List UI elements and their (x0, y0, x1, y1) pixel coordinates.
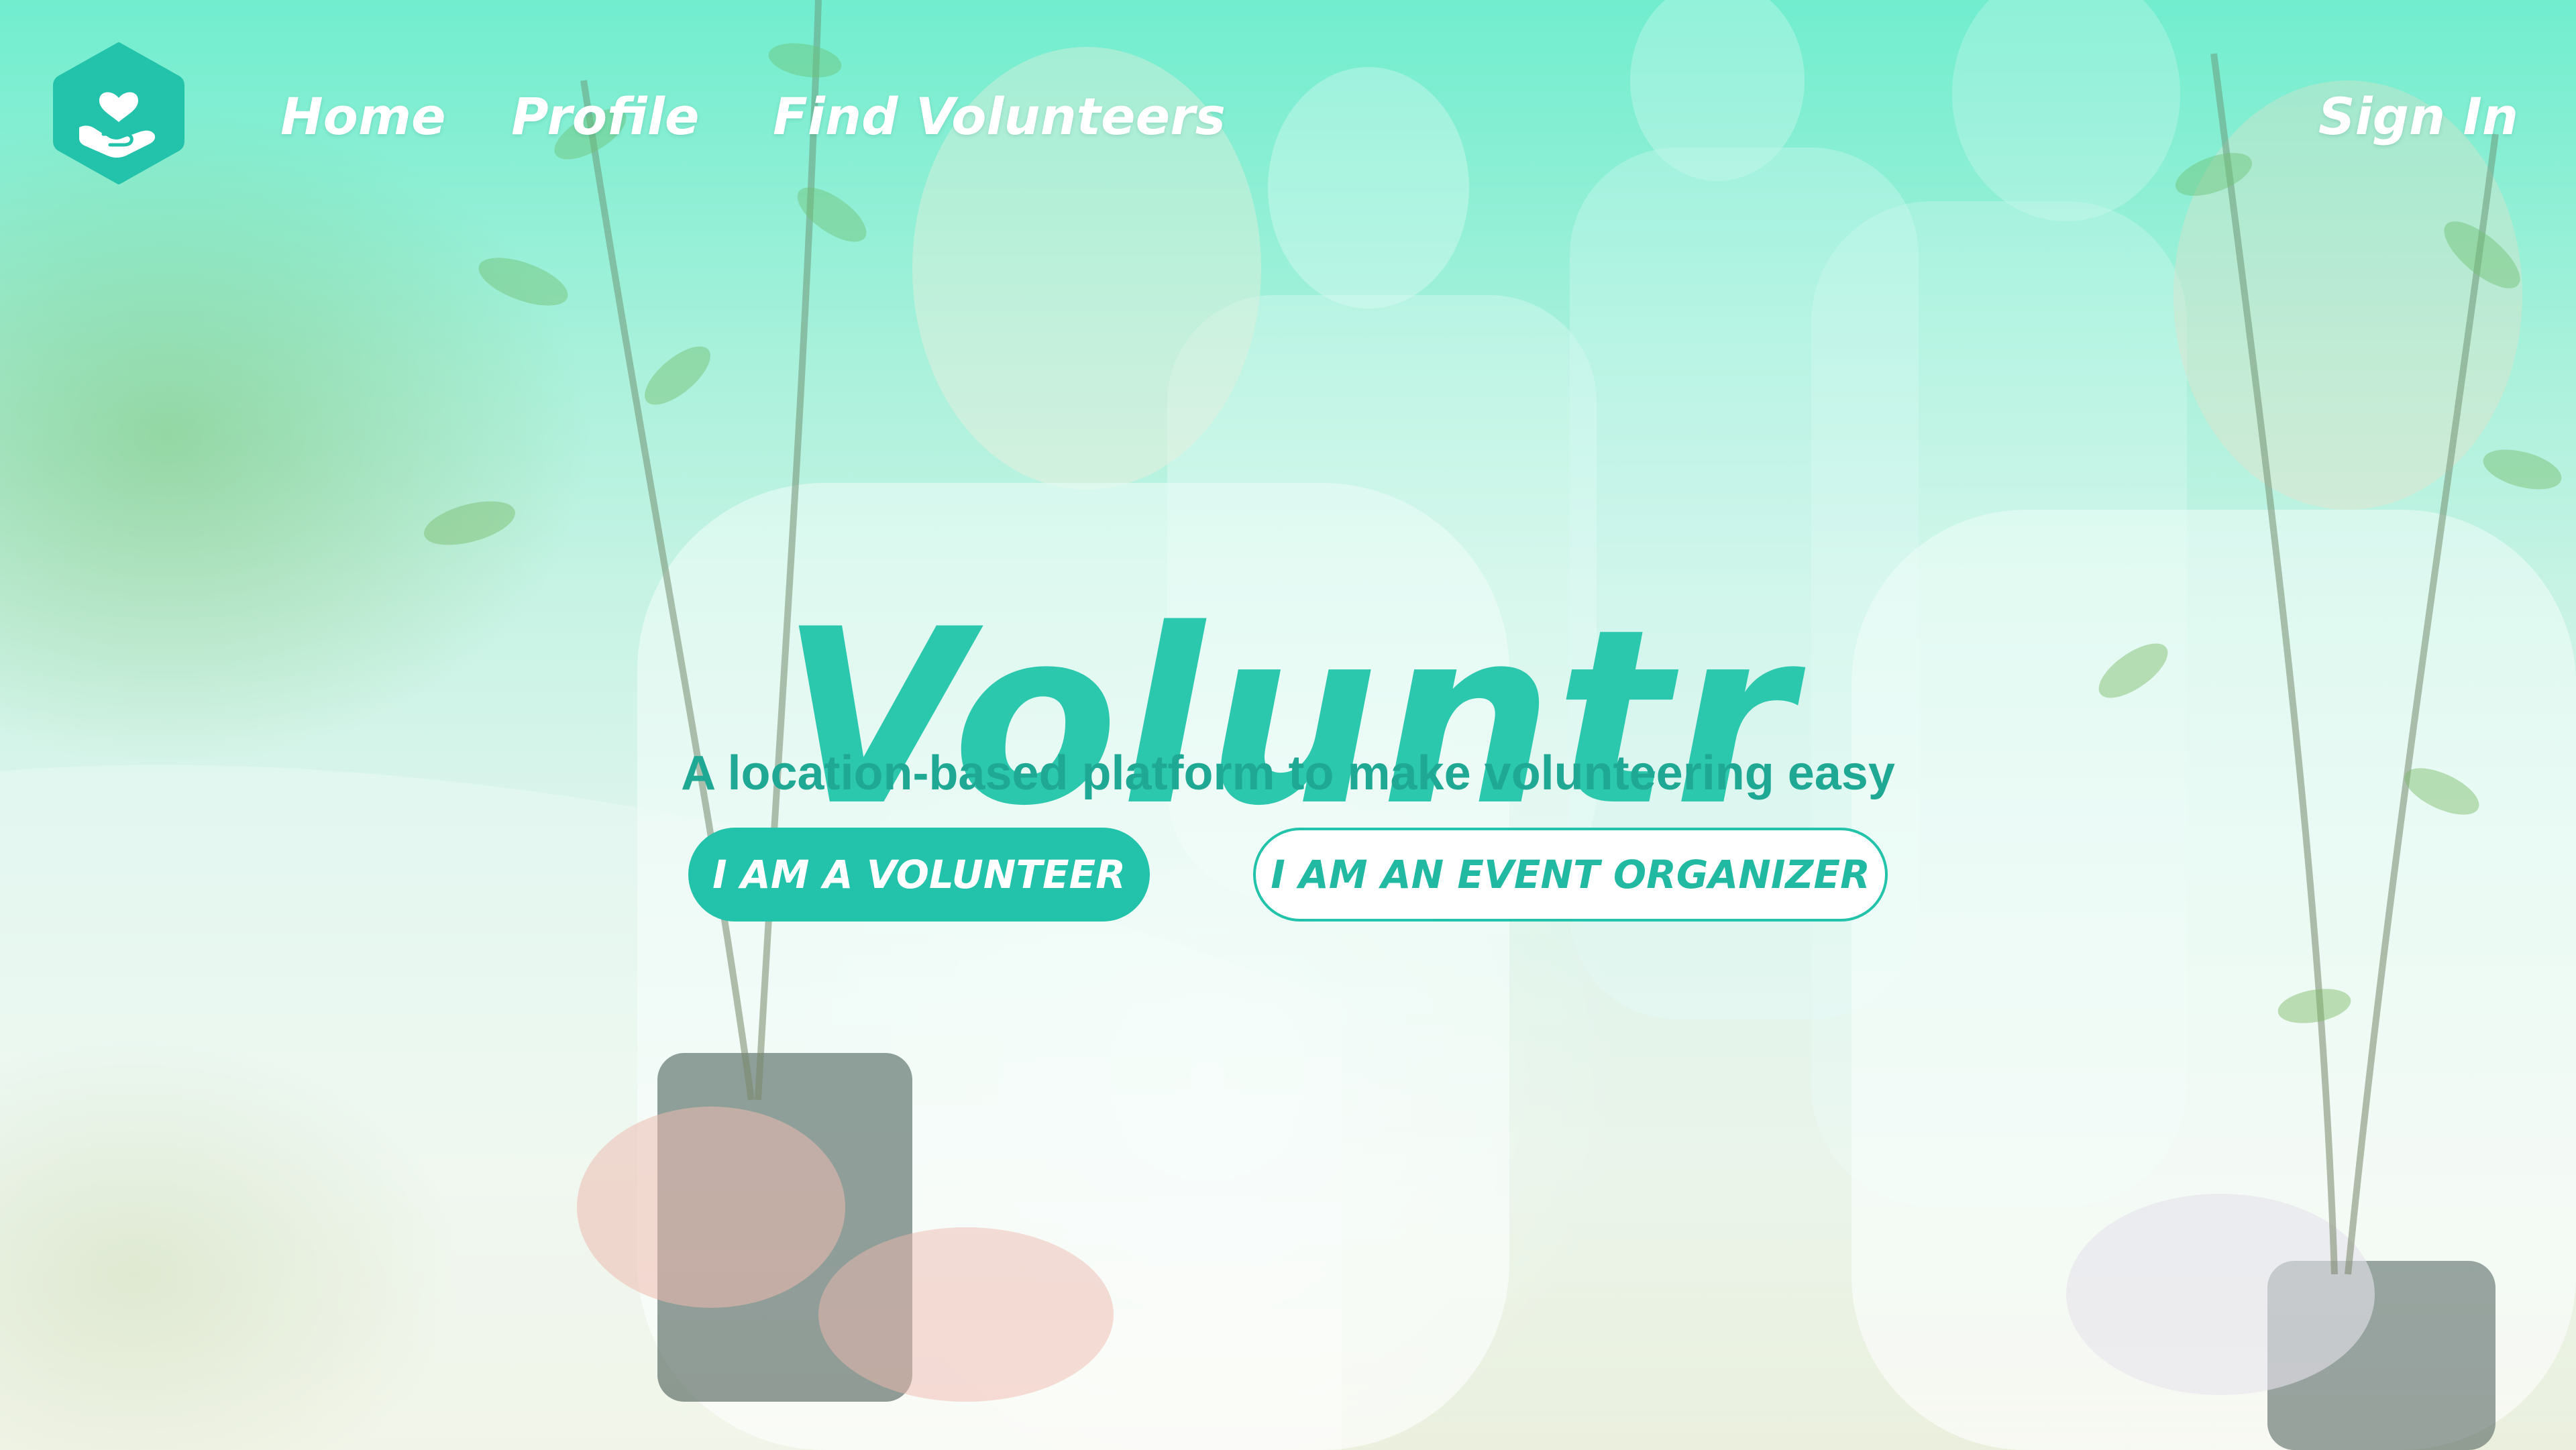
volunteer-button[interactable]: I AM A VOLUNTEER (688, 828, 1150, 922)
nav-home-link[interactable]: Home (280, 85, 446, 149)
heart-in-hand-icon (53, 42, 184, 184)
brand-title: Voluntr (780, 577, 1796, 859)
volunteer-button-label: I AM A VOLUNTEER (712, 852, 1126, 897)
nav-find-volunteers-link[interactable]: Find Volunteers (773, 85, 1226, 149)
tagline: A location-based platform to make volunt… (681, 746, 1895, 800)
logo[interactable] (52, 40, 185, 186)
event-organizer-button-label: I AM AN EVENT ORGANIZER (1271, 852, 1870, 897)
event-organizer-button[interactable]: I AM AN EVENT ORGANIZER (1253, 828, 1888, 922)
nav-profile-link[interactable]: Profile (511, 85, 699, 149)
sign-in-link[interactable]: Sign In (2318, 85, 2518, 149)
